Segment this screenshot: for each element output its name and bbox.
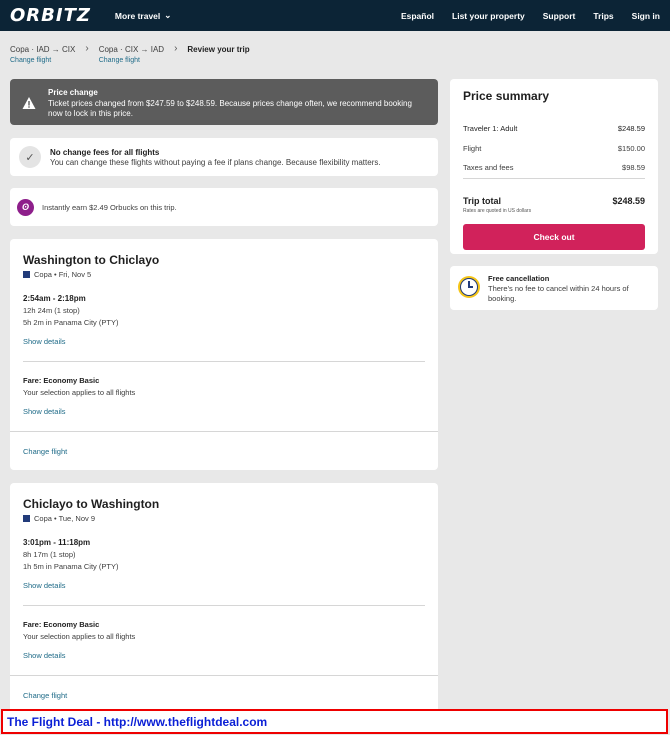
more-travel-label: More travel xyxy=(114,10,161,21)
free-cancel-message: There's no fee to cancel within 24 hours… xyxy=(488,284,629,303)
alert-message: Ticket prices changed from $247.59 to $2… xyxy=(48,99,412,118)
trip-details-column: Price change Ticket prices changed from … xyxy=(10,79,438,714)
price-summary-card: Price summary Traveler 1: Adult $248.59 … xyxy=(450,79,658,254)
fare-title: Fare: Economy Basic xyxy=(23,376,100,385)
show-flight-details-link[interactable]: Show details xyxy=(23,337,425,346)
warning-icon xyxy=(22,97,36,109)
nav-support[interactable]: Support xyxy=(543,11,576,21)
summary-row-flight: Flight $150.00 xyxy=(463,144,645,153)
flight-value: $150.00 xyxy=(617,144,645,153)
chevron-right-icon: › xyxy=(85,43,89,54)
divider xyxy=(23,361,425,362)
price-summary-column: Price summary Traveler 1: Adult $248.59 … xyxy=(450,79,658,310)
free-cancellation-card: Free cancellation There's no fee to canc… xyxy=(450,266,658,310)
nav-list-property[interactable]: List your property xyxy=(452,11,525,21)
flight-duration: 8h 17m (1 stop) xyxy=(23,550,76,559)
trip-total-label: Trip total xyxy=(463,196,501,206)
breadcrumb-step-title: Copa · CIX → IAD xyxy=(98,45,165,54)
top-nav-links: Español List your property Support Trips… xyxy=(401,11,660,21)
banner-text: The Flight Deal - http://www.theflightde… xyxy=(7,714,268,729)
breadcrumb-step-title: Copa · IAD → CIX xyxy=(10,45,76,54)
fare-note: Your selection applies to all flights xyxy=(23,388,136,397)
flight-route-title: Chiclayo to Washington xyxy=(23,497,160,511)
orbucks-card: ʘ Instantly earn $2.49 Orbucks on this t… xyxy=(10,188,438,226)
breadcrumb-step-review: Review your trip xyxy=(187,45,249,54)
breadcrumb-change-flight-link[interactable]: Change flight xyxy=(10,57,75,64)
checkout-button[interactable]: Check out xyxy=(463,224,645,250)
breadcrumb-change-flight-link[interactable]: Change flight xyxy=(99,57,164,64)
more-travel-menu[interactable]: More travel ⌄ xyxy=(115,10,171,21)
taxes-label: Taxes and fees xyxy=(463,163,514,172)
rates-note: Rates are quoted in US dollars xyxy=(463,208,532,214)
airline-date-text: Copa • Tue, Nov 9 xyxy=(34,514,95,523)
orbitz-logo[interactable]: ORBITZ xyxy=(10,5,91,26)
no-change-message: You can change these flights without pay… xyxy=(50,157,381,167)
summary-row-taxes: Taxes and fees $98.59 xyxy=(463,163,645,179)
price-summary-title: Price summary xyxy=(463,89,550,103)
show-fare-details-link[interactable]: Show details xyxy=(23,651,425,660)
trip-total-value: $248.59 xyxy=(612,196,645,206)
taxes-value: $98.59 xyxy=(622,163,645,172)
fare-title: Fare: Economy Basic xyxy=(23,620,100,629)
breadcrumb-step-return: Copa · CIX → IAD Change flight xyxy=(99,45,164,64)
clock-icon xyxy=(458,276,480,298)
free-cancel-title: Free cancellation xyxy=(488,274,550,283)
flight-layover: 5h 2m in Panama City (PTY) xyxy=(23,318,119,327)
flight-deal-banner: The Flight Deal - http://www.theflightde… xyxy=(1,709,668,734)
breadcrumb-step-outbound: Copa · IAD → CIX Change flight xyxy=(10,45,75,64)
flight-times: 2:54am - 2:18pm xyxy=(23,294,86,303)
flight-label: Flight xyxy=(463,144,482,153)
nav-sign-in[interactable]: Sign in xyxy=(632,11,660,21)
flight-card-return: Chiclayo to Washington Copa • Tue, Nov 9… xyxy=(10,483,438,714)
traveler-label: Traveler 1: Adult xyxy=(463,124,518,133)
alert-title: Price change xyxy=(48,88,98,97)
top-navbar: ORBITZ More travel ⌄ Español List your p… xyxy=(0,0,670,31)
breadcrumb-step-title: Review your trip xyxy=(187,45,250,54)
flight-card-outbound: Washington to Chiclayo Copa • Fri, Nov 5… xyxy=(10,239,438,470)
no-change-title: No change fees for all flights xyxy=(50,147,160,157)
orbucks-icon: ʘ xyxy=(17,198,34,216)
orbucks-message: Instantly earn $2.49 Orbucks on this tri… xyxy=(42,202,177,212)
checkmark-icon: ✓ xyxy=(19,146,41,168)
price-change-alert: Price change Ticket prices changed from … xyxy=(10,79,438,125)
traveler-value: $248.59 xyxy=(617,124,645,133)
flight-airline-date: Copa • Fri, Nov 5 xyxy=(23,270,425,279)
chevron-right-icon: › xyxy=(174,43,178,54)
change-flight-link[interactable]: Change flight xyxy=(23,447,67,456)
change-flight-row: Change flight xyxy=(10,431,438,470)
copa-airline-icon xyxy=(23,515,30,522)
copa-airline-icon xyxy=(23,271,30,278)
change-flight-link[interactable]: Change flight xyxy=(23,691,67,700)
flight-duration: 12h 24m (1 stop) xyxy=(23,306,80,315)
airline-date-text: Copa • Fri, Nov 5 xyxy=(34,270,92,279)
no-change-fees-card: ✓ No change fees for all flights You can… xyxy=(10,138,438,176)
divider xyxy=(23,605,425,606)
trip-total-row: Trip total $248.59 xyxy=(463,196,645,206)
flight-layover: 1h 5m in Panama City (PTY) xyxy=(23,562,119,571)
flight-times: 3:01pm - 11:18pm xyxy=(23,538,91,547)
show-flight-details-link[interactable]: Show details xyxy=(23,581,425,590)
nav-espanol[interactable]: Español xyxy=(401,11,434,21)
flight-airline-date: Copa • Tue, Nov 9 xyxy=(23,514,425,523)
summary-row-traveler: Traveler 1: Adult $248.59 xyxy=(463,124,645,133)
show-fare-details-link[interactable]: Show details xyxy=(23,407,425,416)
flight-route-title: Washington to Chiclayo xyxy=(23,253,160,267)
breadcrumb: Copa · IAD → CIX Change flight › Copa · … xyxy=(10,43,250,64)
chevron-down-icon: ⌄ xyxy=(164,10,172,20)
nav-trips[interactable]: Trips xyxy=(593,11,613,21)
fare-note: Your selection applies to all flights xyxy=(23,632,136,641)
